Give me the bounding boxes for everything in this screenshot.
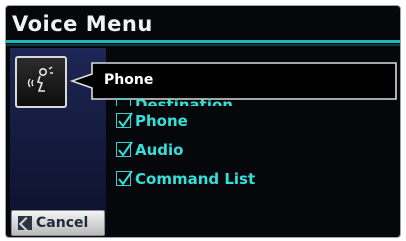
list-item-phone[interactable]: Phone [116, 106, 255, 135]
voice-menu-screen: Voice Menu Phone Destination Phone Audio… [5, 5, 401, 238]
list-item-audio[interactable]: Audio [116, 135, 255, 164]
voice-button[interactable] [15, 56, 67, 108]
title-divider [6, 40, 400, 43]
screen-title: Voice Menu [12, 12, 153, 36]
voice-command-list: Destination Phone Audio Command List [116, 96, 255, 193]
list-item-label: Command List [135, 169, 256, 188]
checkbox-icon [116, 141, 133, 157]
checkbox-icon [116, 97, 131, 106]
list-item-destination[interactable]: Destination [116, 92, 255, 106]
checkbox-icon [116, 112, 133, 128]
checkbox-icon [116, 170, 133, 186]
list-item-label: Destination [135, 96, 233, 106]
list-item-label: Audio [135, 140, 184, 159]
voice-talk-icon [27, 66, 53, 92]
callout-text: Phone [104, 72, 154, 88]
title-divider-shadow [6, 44, 400, 46]
list-item-label: Phone [135, 111, 188, 130]
list-item-command-list[interactable]: Command List [116, 164, 255, 193]
cancel-icon [18, 216, 32, 230]
cancel-button[interactable]: Cancel [11, 210, 105, 236]
cancel-label: Cancel [36, 215, 89, 231]
